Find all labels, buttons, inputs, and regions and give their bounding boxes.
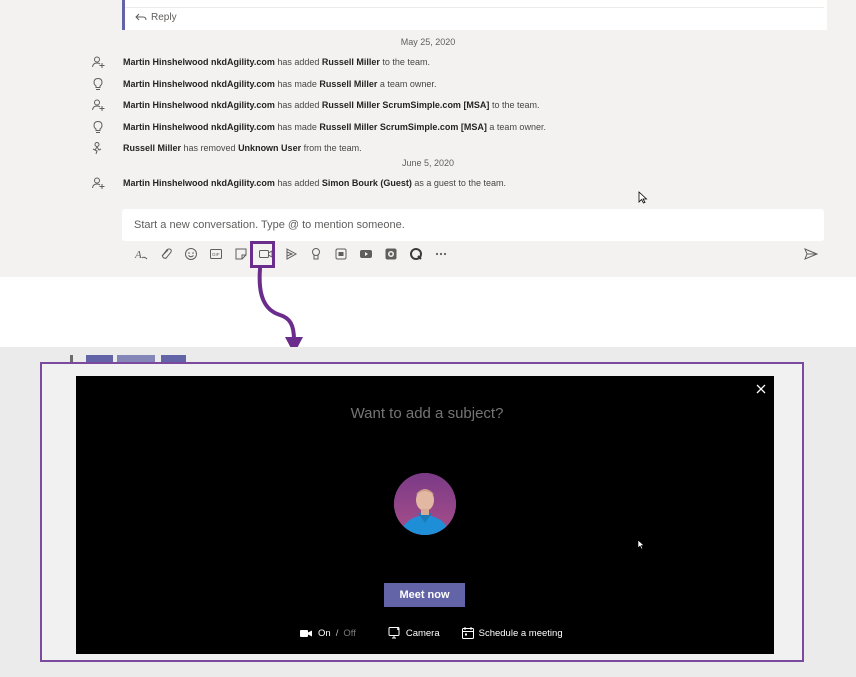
camera-device-icon	[388, 627, 400, 639]
video-on-label: On	[318, 627, 331, 639]
lightbulb-icon	[90, 119, 106, 135]
activity-phrase: has removed	[181, 143, 239, 153]
activity-text: Martin Hinshelwood nkdAgility.com has ma…	[123, 79, 436, 89]
mouse-cursor-icon	[638, 191, 648, 204]
compose-box[interactable]	[122, 209, 824, 241]
calendar-icon	[461, 627, 474, 639]
attach-icon[interactable]	[155, 244, 177, 264]
meeting-subject-input[interactable]	[76, 404, 778, 423]
gif-icon[interactable]: GIF	[205, 244, 227, 264]
reply-label: Reply	[151, 12, 177, 23]
person-name: Russell Miller	[321, 57, 380, 67]
activity-event: Martin Hinshelwood nkdAgility.com has ma…	[0, 118, 856, 136]
activity-phrase: has added	[274, 57, 322, 67]
meeting-options: On / Off Camera Schedule a meeting	[300, 626, 563, 640]
person-name: Russell Miller	[319, 79, 378, 89]
app-icon[interactable]	[330, 244, 352, 264]
avatar	[394, 473, 456, 535]
channel-panel: Reply May 25, 2020 June 5, 2020 Martin H…	[0, 0, 856, 277]
activity-event: Martin Hinshelwood nkdAgility.com has ad…	[0, 174, 856, 192]
activity-event: Martin Hinshelwood nkdAgility.com has ad…	[0, 53, 856, 71]
activity-phrase: has made	[274, 122, 320, 132]
activity-phrase: as a guest to the team.	[411, 178, 506, 188]
thread-divider	[125, 7, 824, 8]
mouse-cursor-icon	[637, 539, 645, 550]
meet-now-button[interactable]: Meet now	[384, 583, 465, 607]
person-name: Russell Miller ScrumSimple.com [MSA]	[321, 100, 490, 110]
reply-arrow-icon	[135, 13, 147, 21]
send-button[interactable]	[802, 246, 820, 262]
activity-text: Martin Hinshelwood nkdAgility.com has ma…	[123, 122, 546, 132]
activity-phrase: to the team.	[489, 100, 540, 110]
quiz-icon[interactable]	[405, 244, 427, 264]
activity-phrase: has added	[274, 100, 322, 110]
more-icon[interactable]	[430, 244, 452, 264]
activity-text: Martin Hinshelwood nkdAgility.com has ad…	[123, 100, 539, 110]
praise-icon[interactable]	[305, 244, 327, 264]
person-name: Martin Hinshelwood nkdAgility.com	[123, 79, 275, 89]
compose-toolbar: A GIF	[130, 244, 455, 264]
activity-text: Russell Miller has removed Unknown User …	[123, 143, 362, 153]
person-name: Simon Bourk (Guest)	[321, 178, 412, 188]
send-icon	[804, 248, 818, 260]
date-separator: June 5, 2020	[401, 158, 455, 168]
person-name: Martin Hinshelwood nkdAgility.com	[123, 57, 275, 67]
video-camera-icon	[300, 629, 312, 637]
activity-phrase: a team owner.	[377, 79, 437, 89]
person-name: Russell Miller ScrumSimple.com [MSA]	[319, 122, 487, 132]
thread-card	[122, 0, 827, 30]
meeting-dialog: Meet now On / Off Camera Schedule a meet…	[76, 376, 778, 654]
date-separator: May 25, 2020	[400, 37, 456, 47]
video-off-label: Off	[343, 627, 356, 639]
person-add-icon	[90, 175, 106, 191]
format-icon[interactable]: A	[130, 244, 152, 264]
stream-icon[interactable]	[280, 244, 302, 264]
reply-link[interactable]: Reply	[135, 12, 177, 23]
person-name: Russell Miller	[123, 143, 182, 153]
person-name: Martin Hinshelwood nkdAgility.com	[123, 100, 275, 110]
person-add-icon	[90, 54, 106, 70]
schedule-label: Schedule a meeting	[478, 627, 563, 639]
person-name: Unknown User	[238, 143, 302, 153]
activity-event: Russell Miller has removed Unknown User …	[0, 139, 856, 157]
camera-app-icon[interactable]	[380, 244, 402, 264]
person-add-icon	[90, 97, 106, 113]
sticker-icon[interactable]	[230, 244, 252, 264]
activity-phrase: from the team.	[301, 143, 362, 153]
separator-area	[0, 277, 856, 347]
new-conversation-input[interactable]	[122, 209, 814, 241]
activity-phrase: to the team.	[379, 57, 430, 67]
close-icon	[756, 384, 766, 394]
close-button[interactable]	[754, 382, 768, 396]
svg-text:A: A	[134, 249, 142, 261]
activity-phrase: a team owner.	[486, 122, 546, 132]
schedule-meeting-button[interactable]: Schedule a meeting	[461, 627, 563, 639]
activity-event: Martin Hinshelwood nkdAgility.com has ma…	[0, 75, 856, 93]
activity-text: Martin Hinshelwood nkdAgility.com has ad…	[123, 178, 506, 188]
activity-text: Martin Hinshelwood nkdAgility.com has ad…	[123, 57, 430, 67]
video-toggle[interactable]: On / Off	[300, 628, 356, 639]
youtube-icon[interactable]	[355, 244, 377, 264]
svg-text:GIF: GIF	[212, 252, 220, 257]
activity-phrase: has added	[274, 178, 322, 188]
curved-arrow-icon	[257, 267, 303, 354]
lightbulb-icon	[90, 76, 106, 92]
emoji-icon[interactable]	[180, 244, 202, 264]
camera-label: Camera	[405, 627, 440, 639]
person-name: Martin Hinshelwood nkdAgility.com	[123, 178, 275, 188]
meet-now-highlight	[250, 241, 275, 268]
toggle-separator: /	[335, 627, 339, 639]
person-name: Martin Hinshelwood nkdAgility.com	[123, 122, 275, 132]
camera-button[interactable]: Camera	[388, 627, 440, 639]
activity-event: Martin Hinshelwood nkdAgility.com has ad…	[0, 96, 856, 114]
person-remove-icon	[90, 140, 106, 156]
activity-phrase: has made	[274, 79, 320, 89]
